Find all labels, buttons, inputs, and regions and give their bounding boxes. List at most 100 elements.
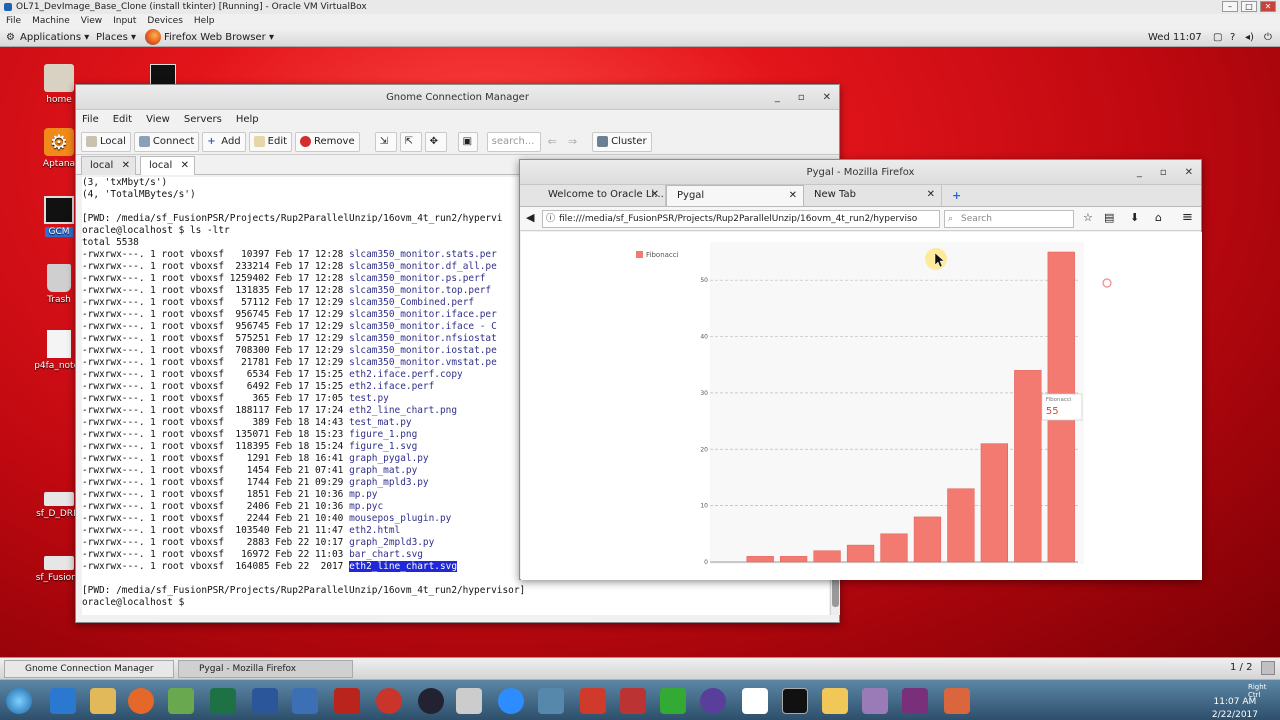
close-icon[interactable]: ✕ <box>122 157 130 174</box>
app-icon[interactable] <box>944 688 970 714</box>
tab-new[interactable]: New Tab ✕ <box>804 185 942 206</box>
ie-icon[interactable] <box>50 688 76 714</box>
app-icon[interactable] <box>418 688 444 714</box>
menu-view[interactable]: View <box>81 14 102 28</box>
move-button[interactable]: ✥ <box>424 131 447 152</box>
minimize-button[interactable]: _ <box>775 85 780 110</box>
file-permissions: -rwxrwx---. 1 root vboxsf 575251 Feb 17 … <box>82 333 350 344</box>
close-button[interactable]: ✕ <box>1260 1 1276 12</box>
virtualbox-icon[interactable] <box>292 688 318 714</box>
search-input[interactable]: search... <box>486 131 541 152</box>
search-input[interactable]: ⌕ Search <box>944 210 1074 228</box>
maximize-button[interactable]: ▫ <box>1160 160 1167 185</box>
close-icon[interactable]: ✕ <box>651 185 659 205</box>
menu-edit[interactable]: Edit <box>113 110 132 129</box>
tab-local-2[interactable]: local ✕ <box>140 156 195 175</box>
zoom-icon[interactable] <box>498 688 524 714</box>
download-icon[interactable]: ⬇ <box>1130 211 1139 224</box>
windows-clock[interactable]: 11:07 AM 2/22/2017 <box>1212 696 1258 720</box>
menu-help[interactable]: Help <box>194 14 215 28</box>
home-icon[interactable]: ⌂ <box>1155 211 1162 224</box>
bookmark-star-icon[interactable]: ☆ <box>1083 211 1093 224</box>
applications-menu[interactable]: Applications ▾ <box>20 28 89 47</box>
taskbar-item-gcm[interactable]: Gnome Connection Manager <box>4 660 174 678</box>
collapse-button[interactable]: ⇲ <box>374 131 397 152</box>
drive-icon <box>44 556 74 570</box>
file-permissions: -rwxrwx---. 1 root vboxsf 1454 Feb 21 07… <box>82 465 350 476</box>
notepadpp-icon[interactable] <box>168 688 194 714</box>
file-name: mousepos_plugin.py <box>349 513 452 524</box>
tab-welcome[interactable]: Welcome to Oracle Li... ✕ <box>528 185 666 206</box>
opera-icon[interactable] <box>376 688 402 714</box>
menu-devices[interactable]: Devices <box>147 14 182 28</box>
app-icon[interactable] <box>742 688 768 714</box>
maximize-button[interactable]: ▫ <box>798 85 805 110</box>
arrows-icon: ⇱ <box>404 136 414 147</box>
terminal-button[interactable]: ▣ <box>457 131 478 152</box>
xterm-icon[interactable] <box>150 64 176 86</box>
tab-local-1[interactable]: local ✕ <box>81 156 136 175</box>
new-tab-icon[interactable]: + <box>952 186 961 206</box>
media-player-icon[interactable] <box>660 688 686 714</box>
app-icon[interactable] <box>580 688 606 714</box>
word-icon[interactable] <box>252 688 278 714</box>
y-tick-label: 30 <box>700 390 708 397</box>
file-permissions: -rwxrwx---. 1 root vboxsf 6492 Feb 17 15… <box>82 381 350 392</box>
menu-view[interactable]: View <box>146 110 170 129</box>
minimize-button[interactable]: _ <box>1137 160 1142 185</box>
remove-button[interactable]: Remove <box>295 131 360 152</box>
back-arrow-icon[interactable]: ◀ <box>526 211 534 224</box>
menu-machine[interactable]: Machine <box>32 14 70 28</box>
firefox-launcher[interactable]: Firefox Web Browser ▾ <box>164 28 274 47</box>
hamburger-menu-icon[interactable]: ≡ <box>1182 210 1193 225</box>
app-icon[interactable] <box>822 688 848 714</box>
app-icon[interactable] <box>700 688 726 714</box>
power-icon[interactable]: ⏻ <box>1264 28 1272 47</box>
menu-help[interactable]: Help <box>236 110 259 129</box>
help-icon[interactable]: ? <box>1230 28 1235 47</box>
cluster-button[interactable]: Cluster <box>592 131 652 152</box>
explorer-icon[interactable] <box>90 688 116 714</box>
library-icon[interactable]: ▤ <box>1104 211 1114 224</box>
volume-icon[interactable]: ◂) <box>1245 28 1254 47</box>
places-menu[interactable]: Places ▾ <box>96 28 136 47</box>
maximize-button[interactable]: □ <box>1241 1 1257 12</box>
search-forward-icon[interactable]: ⇒ <box>568 135 577 148</box>
panel-clock[interactable]: Wed 11:07 <box>1148 28 1202 47</box>
edit-button[interactable]: Edit <box>248 131 293 152</box>
close-button[interactable]: ✕ <box>823 85 831 110</box>
connect-button[interactable]: Connect <box>133 131 200 152</box>
y-tick-label: 50 <box>700 277 708 284</box>
image-viewer-icon[interactable] <box>538 688 564 714</box>
page-content: 0 10 20 30 40 50 Fibonacci Fibonacci 55 <box>521 232 1202 580</box>
menu-input[interactable]: Input <box>113 14 136 28</box>
workspace-icon[interactable] <box>1261 661 1275 675</box>
screen-icon[interactable]: ▢ <box>1213 28 1222 47</box>
app-icon[interactable] <box>862 688 888 714</box>
file-permissions: -rwxrwx---. 1 root vboxsf 956745 Feb 17 … <box>82 321 350 332</box>
local-button[interactable]: Local <box>81 131 131 152</box>
webcam-icon[interactable] <box>456 688 482 714</box>
firefox-icon[interactable] <box>128 688 154 714</box>
minimize-button[interactable]: – <box>1222 1 1238 12</box>
close-button[interactable]: ✕ <box>1185 160 1193 185</box>
search-back-icon[interactable]: ⇐ <box>548 135 557 148</box>
cmd-icon[interactable] <box>782 688 808 714</box>
tab-pygal[interactable]: Pygal ✕ <box>666 185 804 206</box>
menu-servers[interactable]: Servers <box>184 110 222 129</box>
app-icon[interactable] <box>902 688 928 714</box>
url-bar[interactable]: ⓘ file:///media/sf_FusionPSR/Projects/Ru… <box>542 210 940 228</box>
taskbar-item-firefox[interactable]: Pygal - Mozilla Firefox <box>178 660 353 678</box>
workspace-pager[interactable]: 1 / 2 <box>1230 662 1252 673</box>
windows-start-icon[interactable] <box>6 688 32 714</box>
add-button[interactable]: + Add <box>202 131 246 152</box>
app-icon[interactable] <box>620 688 646 714</box>
excel-icon[interactable] <box>210 688 236 714</box>
close-icon[interactable]: ✕ <box>181 157 189 174</box>
filezilla-icon[interactable] <box>334 688 360 714</box>
menu-file[interactable]: File <box>82 110 99 129</box>
expand-button[interactable]: ⇱ <box>399 131 422 152</box>
close-icon[interactable]: ✕ <box>789 186 797 206</box>
menu-file[interactable]: File <box>6 14 21 28</box>
close-icon[interactable]: ✕ <box>927 185 935 205</box>
